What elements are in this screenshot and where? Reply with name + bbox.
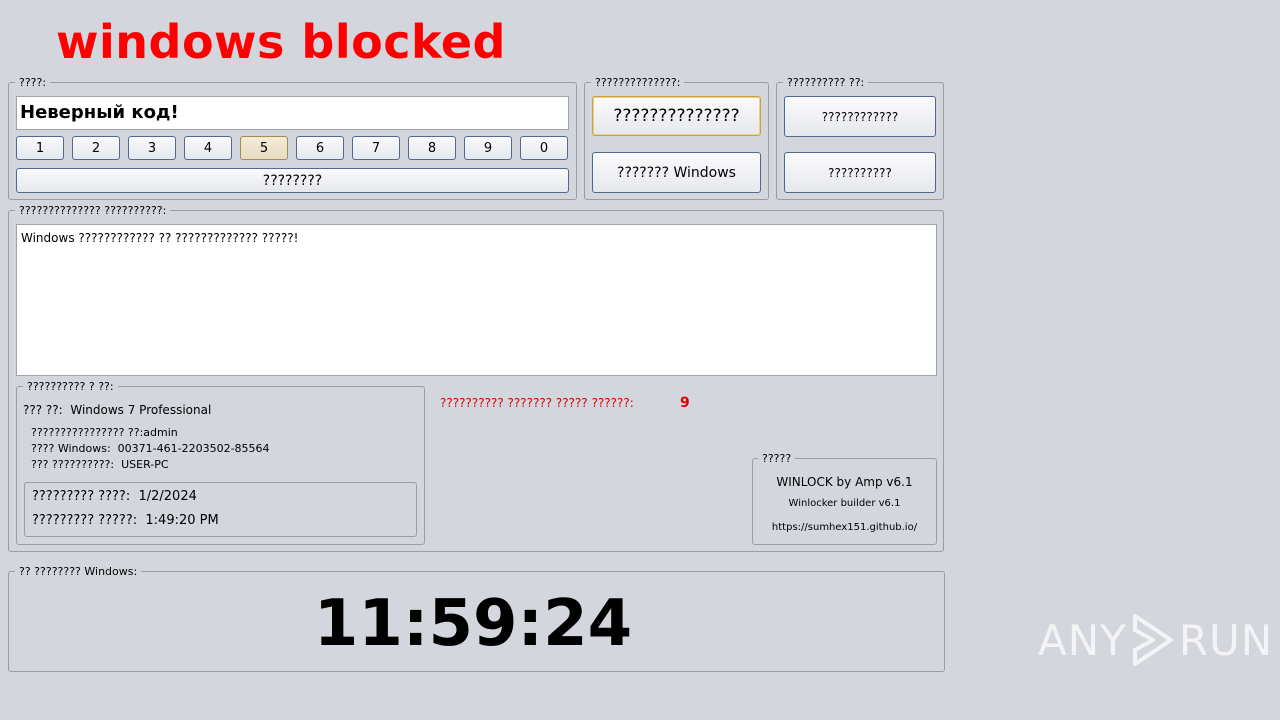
credits-line-3: https://sumhex151.github.io/	[771, 522, 918, 533]
key-row: ???? Windows: 00371-461-2203502-85564	[31, 442, 270, 455]
sysinfo-group-legend: ?????????? ? ??:	[23, 380, 118, 393]
os-value: Windows 7 Professional	[70, 403, 212, 417]
attempts-label: ?????????? ??????? ????? ??????:	[440, 396, 634, 410]
windows-action-button[interactable]: ??????? Windows	[592, 152, 761, 193]
message-textarea[interactable]: Windows ???????????? ?? ????????????? ??…	[16, 224, 937, 376]
pc-value: USER-PC	[121, 458, 169, 471]
key-8-button[interactable]: 8	[408, 136, 456, 160]
credits-line-1: WINLOCK by Amp v6.1	[776, 475, 913, 489]
watermark-right-text: RUN	[1178, 615, 1274, 665]
extra-button-2[interactable]: ??????????	[784, 152, 936, 193]
key-1-button[interactable]: 1	[16, 136, 64, 160]
user-label: ???????????????? ??:	[31, 426, 144, 439]
pc-row: ??? ??????????: USER-PC	[31, 458, 169, 471]
watermark-left-text: ANY	[1038, 615, 1127, 665]
message-group-legend: ?????????????? ??????????:	[15, 204, 171, 217]
key-4-button[interactable]: 4	[184, 136, 232, 160]
anyrun-watermark: ANY RUN	[1038, 612, 1273, 668]
date-row: ????????? ????: 1/2/2024	[32, 489, 197, 504]
attempts-count: 9	[680, 395, 690, 411]
key-0-button[interactable]: 0	[520, 136, 568, 160]
pc-label: ??? ??????????:	[31, 458, 115, 471]
code-input[interactable]: Неверный код!	[16, 96, 569, 130]
key-3-button[interactable]: 3	[128, 136, 176, 160]
credits-line-2: Winlocker builder v6.1	[788, 498, 901, 509]
countdown-timer: 11:59:24	[313, 587, 633, 661]
key-2-button[interactable]: 2	[72, 136, 120, 160]
submit-code-button[interactable]: ????????	[16, 168, 569, 193]
timer-group-legend: ?? ???????? Windows:	[15, 565, 142, 578]
extra-group-legend: ?????????? ??:	[783, 76, 869, 89]
time-label: ????????? ?????:	[32, 513, 138, 528]
actions-group-legend: ??????????????:	[591, 76, 685, 89]
key-6-button[interactable]: 6	[296, 136, 344, 160]
key-5-button[interactable]: 5	[240, 136, 288, 160]
os-row: ??? ??: Windows 7 Professional	[23, 403, 211, 417]
date-value: 1/2/2024	[138, 489, 197, 504]
primary-action-button[interactable]: ??????????????	[592, 96, 761, 136]
message-text: Windows ???????????? ?? ????????????? ??…	[21, 231, 299, 245]
time-value: 1:49:20 PM	[145, 513, 219, 528]
key-value: 00371-461-2203502-85564	[117, 442, 270, 455]
extra-button-1[interactable]: ????????????	[784, 96, 936, 137]
user-row: ???????????????? ??:admin	[31, 426, 178, 439]
key-7-button[interactable]: 7	[352, 136, 400, 160]
date-label: ????????? ????:	[32, 489, 131, 504]
window-title: windows blocked	[56, 15, 506, 69]
time-row: ????????? ?????: 1:49:20 PM	[32, 513, 219, 528]
os-label: ??? ??:	[23, 403, 63, 417]
key-label: ???? Windows:	[31, 442, 111, 455]
code-group-legend: ????:	[15, 76, 51, 89]
play-icon	[1132, 614, 1173, 666]
credits-group-legend: ?????	[758, 452, 796, 465]
user-value: admin	[143, 426, 178, 439]
key-9-button[interactable]: 9	[464, 136, 512, 160]
